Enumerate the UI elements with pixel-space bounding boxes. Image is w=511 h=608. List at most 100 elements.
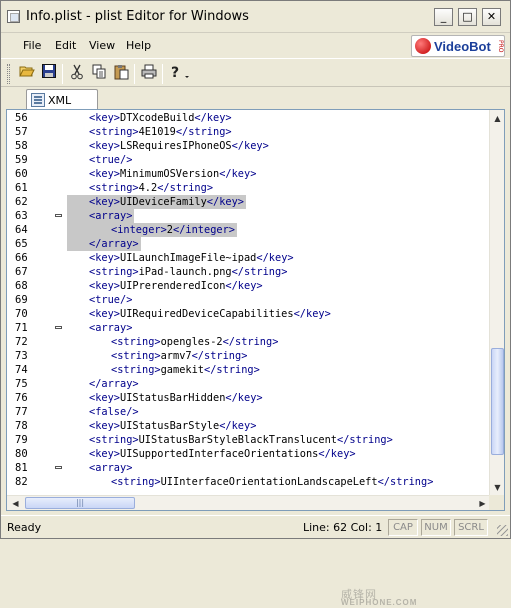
fold-toggle-icon[interactable] <box>55 214 62 217</box>
line-number: 77 <box>15 406 28 418</box>
code-line[interactable]: 70 <key>UIRequiredDeviceCapabilities</key… <box>7 307 491 321</box>
code-line[interactable]: 80 <key>UISupportedInterfaceOrientations<… <box>7 447 491 461</box>
scroll-up-icon[interactable]: ▲ <box>491 111 504 126</box>
code-text: <integer>2</integer> <box>111 223 235 237</box>
code-line[interactable]: 58 <key>LSRequiresIPhoneOS</key> <box>7 139 491 153</box>
xml-tag: <key> <box>89 196 120 208</box>
cut-icon[interactable] <box>67 64 87 84</box>
xml-tag: </string> <box>377 476 434 488</box>
xml-tag: <string> <box>89 434 139 446</box>
code-text: <key>UIDeviceFamily</key> <box>89 195 244 209</box>
app-icon[interactable] <box>7 10 20 23</box>
close-button[interactable]: ✕ <box>482 8 501 26</box>
xml-tag: </key> <box>318 448 356 460</box>
tab-strip: XML View <box>1 88 510 120</box>
code-text: <string>gamekit</string> <box>111 363 260 377</box>
code-line[interactable]: 60 <key>MinimumOSVersion</key> <box>7 167 491 181</box>
code-line[interactable]: 81 <array> <box>7 461 491 475</box>
open-folder-icon[interactable] <box>17 64 37 84</box>
xml-tag: <string> <box>111 350 161 362</box>
code-line[interactable]: 76 <key>UIStatusBarHidden</key> <box>7 391 491 405</box>
code-line[interactable]: 66 <key>UILaunchImageFile~ipad</key> <box>7 251 491 265</box>
menu-view[interactable]: View <box>89 39 115 52</box>
xml-tag: </key> <box>225 392 263 404</box>
code-text: <string>4E1019</string> <box>89 125 232 139</box>
tab-xml-view[interactable]: XML View <box>26 89 98 120</box>
xml-tag: </key> <box>225 280 263 292</box>
xml-tag: <true/> <box>89 154 133 166</box>
code-line[interactable]: 61 <string>4.2</string> <box>7 181 491 195</box>
menu-edit[interactable]: Edit <box>55 39 76 52</box>
horizontal-scroll-thumb[interactable]: ||| <box>25 497 135 509</box>
code-line[interactable]: 71 <array> <box>7 321 491 335</box>
code-line[interactable]: 56 <key>DTXcodeBuild</key> <box>7 111 491 125</box>
toolbar-separator <box>62 64 63 84</box>
xml-tag: <key> <box>89 140 120 152</box>
fold-toggle-icon[interactable] <box>55 326 62 329</box>
code-line[interactable]: 79 <string>UIStatusBarStyleBlackTransluce… <box>7 433 491 447</box>
paste-icon[interactable] <box>111 64 131 84</box>
minimize-button[interactable]: _ <box>434 8 453 26</box>
menu-help[interactable]: Help <box>126 39 151 52</box>
xml-tag: <key> <box>89 168 120 180</box>
code-line[interactable]: 75 </array> <box>7 377 491 391</box>
code-text: <array> <box>89 209 132 223</box>
code-line[interactable]: 77 <false/> <box>7 405 491 419</box>
fold-toggle-icon[interactable] <box>55 466 62 469</box>
toolbar-separator <box>162 64 163 84</box>
maximize-button[interactable]: □ <box>458 8 477 26</box>
xml-tag: <key> <box>89 448 120 460</box>
line-number: 72 <box>15 336 28 348</box>
xml-tag: </key> <box>219 420 257 432</box>
code-line[interactable]: 62 <key>UIDeviceFamily</key> <box>7 195 491 209</box>
code-line[interactable]: 73 <string>armv7</string> <box>7 349 491 363</box>
xml-tag: <string> <box>111 336 161 348</box>
xml-tag: </string> <box>191 350 248 362</box>
code-line[interactable]: 64 <integer>2</integer> <box>7 223 491 237</box>
code-line[interactable]: 67 <string>iPad-launch.png</string> <box>7 265 491 279</box>
vertical-scrollbar[interactable]: ▲ ▼ <box>489 110 504 496</box>
toolbar-grip[interactable] <box>7 64 10 84</box>
scrollbar-corner <box>489 495 504 510</box>
title-bar[interactable]: Info.plist - plist Editor for Windows _ … <box>1 1 510 33</box>
xml-text: 4E1019 <box>138 126 176 138</box>
code-text: <string>UIInterfaceOrientationLandscapeL… <box>111 475 433 489</box>
line-number: 65 <box>15 238 28 250</box>
menu-file[interactable]: File <box>23 39 41 52</box>
xml-tag: </string> <box>337 434 393 446</box>
xml-editor[interactable]: 56 <key>DTXcodeBuild</key> 57 <string>4E101… <box>6 109 505 607</box>
xml-tag: </string> <box>175 126 232 138</box>
xml-tag: </key> <box>256 252 294 264</box>
code-line[interactable]: 69 <true/> <box>7 293 491 307</box>
xml-tag: </string> <box>157 182 214 194</box>
code-line[interactable]: 59 <true/> <box>7 153 491 167</box>
code-line[interactable]: 82 <string>UIInterfaceOrientationLandscap… <box>7 475 491 489</box>
code-line[interactable]: 68 <key>UIPrerenderedIcon</key> <box>7 279 491 293</box>
scroll-right-icon[interactable]: ▶ <box>475 497 490 510</box>
help-icon[interactable]: ? <box>167 64 195 84</box>
xml-tag: </string> <box>231 266 288 278</box>
code-line[interactable]: 74 <string>gamekit</string> <box>7 363 491 377</box>
resize-grip[interactable] <box>497 525 508 536</box>
code-line[interactable]: 72 <string>opengles-2</string> <box>7 335 491 349</box>
copy-icon[interactable] <box>89 64 109 84</box>
print-icon[interactable] <box>139 64 159 84</box>
xml-text: UIInterfaceOrientationLandscapeLeft <box>160 476 378 488</box>
horizontal-scrollbar[interactable]: ◀ ||| ▶ <box>7 495 491 510</box>
scroll-down-icon[interactable]: ▼ <box>491 480 504 495</box>
videobot-logo[interactable]: VideoBot PRO <box>411 35 505 57</box>
code-line[interactable]: 57 <string>4E1019</string> <box>7 125 491 139</box>
status-ready: Ready <box>7 521 42 534</box>
code-line[interactable]: 63 <array> <box>7 209 491 223</box>
cursor-position: Line: 62 Col: 1 <box>303 521 383 534</box>
code-line[interactable]: 78 <key>UIStatusBarStyle</key> <box>7 419 491 433</box>
scroll-left-icon[interactable]: ◀ <box>8 497 23 510</box>
xml-tag: <true/> <box>89 294 133 306</box>
vertical-scroll-thumb[interactable] <box>491 348 504 455</box>
line-number: 70 <box>15 308 28 320</box>
save-icon[interactable] <box>39 64 59 84</box>
line-number: 74 <box>15 364 28 376</box>
code-lines[interactable]: 56 <key>DTXcodeBuild</key> 57 <string>4E101… <box>7 110 491 496</box>
watermark: 威锋网 WEIPHONE.COM <box>325 586 490 608</box>
code-line[interactable]: 65 </array> <box>7 237 491 251</box>
